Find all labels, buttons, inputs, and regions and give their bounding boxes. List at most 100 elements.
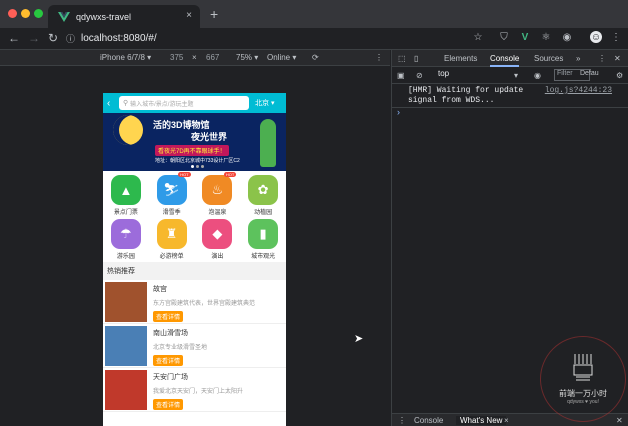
vue-devtools-icon[interactable]: V: [519, 31, 531, 43]
category-label: 滑雪季: [162, 210, 181, 216]
close-tab-icon[interactable]: ×: [186, 10, 192, 21]
context-select[interactable]: top: [436, 69, 522, 81]
category-item[interactable]: ⛷ HOT 滑雪季: [149, 172, 195, 216]
item-info: 故宫 东方宫殿建筑代表，世界宫殿建筑典范 查看详情: [153, 282, 284, 322]
close-drawer-icon[interactable]: ✕: [616, 416, 623, 425]
item-thumbnail: [105, 282, 147, 322]
category-icon: ▲: [110, 175, 141, 205]
back-arrow-icon[interactable]: ←: [8, 31, 20, 45]
reload-icon[interactable]: ↻: [48, 31, 58, 45]
category-label: 必游榜单: [159, 254, 184, 260]
list-item[interactable]: 故宫 东方宫殿建筑代表，世界宫殿建筑典范 查看详情: [103, 280, 286, 324]
list-item[interactable]: 天安门广场 我爱北京天安门，天安门上太阳升 查看详情: [103, 368, 286, 412]
inspect-icon[interactable]: ⬚: [398, 54, 406, 63]
item-thumbnail: [105, 326, 147, 366]
category-icon: ⛷ HOT: [156, 172, 191, 205]
info-icon[interactable]: ⓘ: [66, 32, 75, 45]
height-input[interactable]: 667: [206, 53, 219, 62]
city-selector[interactable]: 北京 ▾: [255, 98, 274, 108]
device-toggle-icon[interactable]: ▯: [414, 54, 418, 63]
view-details-button[interactable]: 查看详情: [153, 399, 184, 410]
close-window-button[interactable]: [8, 9, 17, 18]
log-source-link[interactable]: log.js?4244:23: [545, 86, 612, 95]
banner-swiper[interactable]: 活的3D博物馆 夜光世界 看夜光7D再不靠眼球手！ 地址：朝阳区北京城中733设…: [103, 113, 286, 171]
browser-tab[interactable]: qdywxs-travel ×: [48, 5, 200, 28]
eye-icon[interactable]: ◉: [534, 71, 541, 80]
category-item[interactable]: ☂ 游乐园: [103, 219, 149, 260]
device-select[interactable]: iPhone 6/7/8 ▾: [100, 53, 151, 62]
log-level-select[interactable]: Defau: [580, 70, 599, 77]
context-dropdown-icon[interactable]: ▾: [514, 71, 518, 80]
banner-dot[interactable]: [191, 165, 194, 168]
category-label: 游乐园: [116, 254, 135, 260]
tab-console[interactable]: Console: [490, 54, 520, 67]
new-tab-button[interactable]: +: [210, 6, 218, 22]
banner-line-4: 地址：朝阳区北京城中733设计厂区C2: [155, 158, 240, 164]
category-label: 动植园: [254, 210, 273, 216]
more-tabs-icon[interactable]: »: [576, 54, 580, 63]
category-icon: ♨ HOT: [202, 172, 237, 205]
close-devtools-icon[interactable]: ✕: [614, 54, 621, 63]
rotate-icon[interactable]: ⟳: [312, 53, 319, 62]
sidebar-toggle-icon[interactable]: ▣: [397, 71, 405, 80]
vue-logo-icon: [58, 11, 70, 22]
item-name: 南山滑雪场: [153, 330, 188, 337]
devtools-tabs: ⬚ ▯ Elements Console Sources » ⋮ ✕: [392, 50, 628, 67]
url-text: localhost:8080/#/: [81, 33, 157, 44]
network-select[interactable]: Online ▾: [267, 53, 296, 62]
width-input[interactable]: 375: [170, 53, 183, 62]
view-details-button[interactable]: 查看详情: [153, 355, 184, 366]
console-prompt[interactable]: ›: [397, 107, 400, 117]
log-line-1: [HMR] Waiting for update: [408, 86, 524, 95]
robot-icon: [573, 353, 593, 380]
category-item[interactable]: ✿ 动植园: [240, 175, 286, 216]
console-settings-icon[interactable]: ⚙: [616, 71, 623, 80]
item-info: 南山滑雪场北京专业级滑雪圣地查看详情: [153, 326, 284, 366]
category-item[interactable]: ♜ 必游榜单: [149, 219, 195, 260]
back-button[interactable]: ‹: [107, 98, 119, 109]
forward-arrow-icon[interactable]: →: [28, 31, 40, 45]
react-icon[interactable]: ⚛: [540, 31, 552, 43]
recommend-list: 故宫 东方宫殿建筑代表，世界宫殿建筑典范 查看详情 南山滑雪场 北京专业级滑雪圣地 查看详…: [103, 280, 286, 412]
search-input[interactable]: ⚲ 输入城市/景点/游玩主题: [119, 96, 249, 110]
category-item[interactable]: ▮ 城市观光: [240, 219, 286, 260]
clear-console-icon[interactable]: ⊘: [416, 71, 423, 80]
drawer-tab-console[interactable]: Console: [414, 416, 443, 425]
banner-dot[interactable]: [196, 165, 199, 168]
drawer-tab-close[interactable]: ×: [504, 416, 509, 425]
banner-line-2: 夜光世界: [191, 132, 228, 142]
banner-dot[interactable]: [201, 165, 204, 168]
console-toolbar: ▣ ⊘ top ▾ ◉ Filter Defau ⚙: [392, 67, 628, 84]
category-label: 城市观光: [251, 254, 276, 260]
drawer-menu-icon[interactable]: ⋮: [398, 416, 406, 425]
category-item[interactable]: ▲ 景点门票: [103, 175, 149, 216]
devtools-menu-icon[interactable]: ⋮: [598, 54, 606, 63]
item-desc: 我爱北京天安门，天安门上太阳升: [153, 389, 244, 395]
category-item[interactable]: ◆ 演出: [195, 219, 241, 260]
page-viewport: ‹ ⚲ 输入城市/景点/游玩主题 北京 ▾ 活的3D博物馆 夜光世界 看夜光7D…: [0, 67, 390, 426]
maximize-window-button[interactable]: [34, 9, 43, 18]
menu-icon[interactable]: ⋮: [610, 31, 622, 43]
category-item[interactable]: ♨ HOT 泡温泉: [195, 172, 241, 216]
record-icon[interactable]: ◉: [561, 31, 573, 43]
category-label: 演出: [211, 254, 224, 260]
tab-sources[interactable]: Sources: [534, 54, 563, 63]
more-options-icon[interactable]: ⋮: [375, 53, 383, 62]
log-text: [HMR] Waiting for update signal from WDS…: [408, 86, 523, 106]
list-item[interactable]: 南山滑雪场北京专业级滑雪圣地查看详情: [103, 324, 286, 368]
category-label: 泡温泉: [208, 210, 227, 216]
console-message: [HMR] Waiting for update signal from WDS…: [392, 84, 628, 108]
banner-line-3: 看夜光7D再不靠眼球手！: [155, 145, 229, 156]
view-details-button[interactable]: 查看详情: [153, 311, 184, 322]
omnibox[interactable]: ⓘ localhost:8080/#/: [66, 30, 466, 47]
item-desc: 北京专业级滑雪圣地: [153, 345, 208, 351]
star-icon[interactable]: ☆: [472, 31, 484, 43]
avatar[interactable]: ☺: [590, 31, 602, 43]
tab-elements[interactable]: Elements: [444, 54, 477, 63]
drawer-tab-whats-new[interactable]: What's New: [456, 416, 507, 425]
shield-icon[interactable]: ⛉: [498, 31, 510, 43]
category-icon: ◆: [202, 219, 233, 249]
zoom-select[interactable]: 75% ▾: [236, 53, 258, 62]
category-icon: ♜: [156, 219, 187, 249]
minimize-window-button[interactable]: [21, 9, 30, 18]
